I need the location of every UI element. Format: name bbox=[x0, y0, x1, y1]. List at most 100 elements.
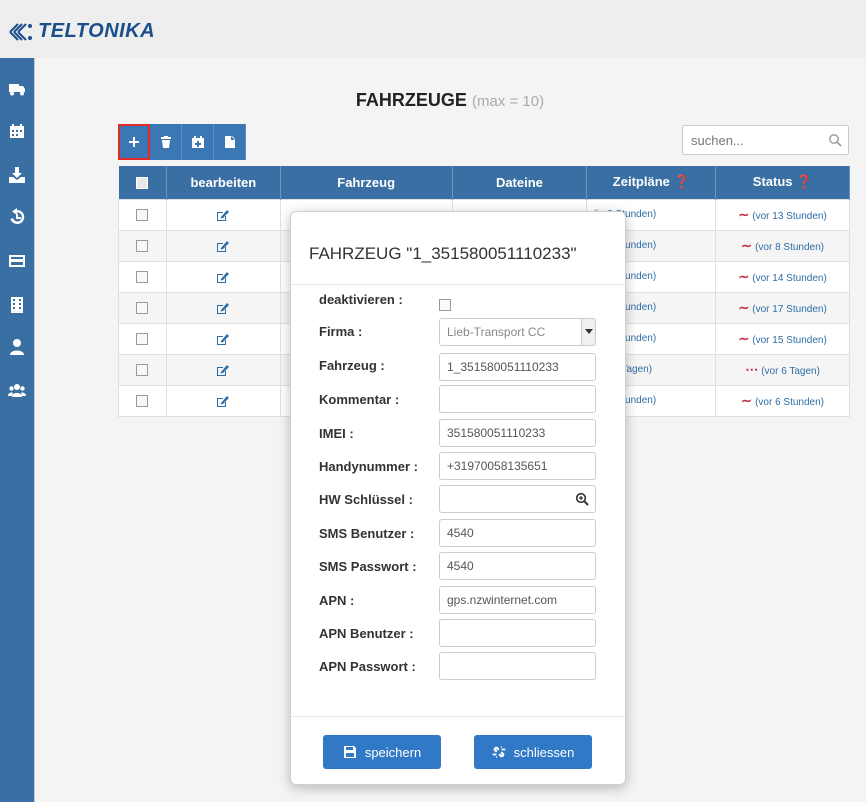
row-checkbox[interactable] bbox=[136, 270, 149, 283]
sidebar-item-user[interactable] bbox=[0, 328, 34, 366]
edit-cell[interactable] bbox=[165, 322, 281, 355]
app-header: TELTONIKA bbox=[0, 0, 866, 58]
status-cell[interactable]: ∼ (vor 17 Stunden) bbox=[715, 291, 850, 324]
edit-icon[interactable] bbox=[216, 395, 230, 407]
add-vehicle-button[interactable] bbox=[118, 124, 150, 160]
edit-cell[interactable] bbox=[165, 260, 281, 293]
row-select-cell[interactable] bbox=[118, 322, 167, 355]
select-all-header[interactable] bbox=[118, 166, 167, 199]
edit-cell[interactable] bbox=[165, 353, 281, 386]
status-cell[interactable]: ∼ (vor 15 Stunden) bbox=[715, 322, 850, 355]
status-cell[interactable]: ∼ (vor 6 Stunden) bbox=[715, 384, 850, 417]
edit-cell[interactable] bbox=[165, 384, 281, 417]
schedule-button[interactable] bbox=[182, 124, 214, 160]
delete-button[interactable] bbox=[150, 124, 182, 160]
row-checkbox[interactable] bbox=[136, 208, 149, 221]
zoom-in-icon[interactable] bbox=[575, 492, 589, 506]
edit-icon[interactable] bbox=[216, 240, 230, 252]
apn-benutzer-field[interactable] bbox=[439, 619, 596, 647]
sidebar bbox=[0, 58, 34, 802]
sidebar-item-cards[interactable] bbox=[0, 242, 34, 280]
deaktivieren-checkbox[interactable] bbox=[439, 299, 451, 311]
status-icon: ⋯ bbox=[745, 361, 759, 377]
search-input[interactable] bbox=[683, 126, 823, 154]
edit-icon[interactable] bbox=[216, 302, 230, 314]
dialog-divider bbox=[291, 284, 625, 285]
status-text: (vor 6 Stunden) bbox=[755, 396, 824, 408]
apn-passwort-field[interactable] bbox=[439, 652, 596, 680]
dialog-footer-divider bbox=[291, 716, 625, 717]
teltonika-logo[interactable]: TELTONIKA bbox=[8, 20, 155, 43]
status-cell[interactable]: ∼ (vor 13 Stunden) bbox=[715, 198, 850, 231]
label-fahrzeug: Fahrzeug : bbox=[319, 358, 385, 373]
row-checkbox[interactable] bbox=[136, 239, 149, 252]
vehicle-edit-dialog: FAHRZEUG "1_351580051110233" deaktiviere… bbox=[290, 211, 626, 785]
sidebar-item-schedule[interactable] bbox=[0, 112, 34, 150]
sidebar-item-history[interactable] bbox=[0, 198, 34, 236]
row-checkbox[interactable] bbox=[136, 332, 149, 345]
edit-icon[interactable] bbox=[216, 364, 230, 376]
edit-icon[interactable] bbox=[216, 333, 230, 345]
apn-field[interactable]: gps.nzwinternet.com bbox=[439, 586, 596, 614]
dialog-title: FAHRZEUG "1_351580051110233" bbox=[309, 244, 577, 263]
search-icon[interactable] bbox=[828, 133, 842, 147]
page-title-text: FAHRZEUGE bbox=[355, 90, 467, 110]
select-all-checkbox[interactable] bbox=[136, 177, 149, 190]
label-apn-passwort: APN Passwort : bbox=[319, 659, 416, 674]
hw-schluessel-field[interactable] bbox=[439, 485, 596, 513]
status-icon: ∼ bbox=[741, 392, 753, 408]
row-select-cell[interactable] bbox=[118, 198, 167, 231]
row-checkbox[interactable] bbox=[136, 301, 149, 314]
table-header-row: bearbeiten Fahrzeug Dateine Zeitpläne ❓ … bbox=[118, 166, 850, 199]
header-fahrzeug[interactable]: Fahrzeug bbox=[280, 166, 453, 199]
handynummer-field[interactable]: +31970058135651 bbox=[439, 452, 596, 480]
sms-benutzer-field[interactable]: 4540 bbox=[439, 519, 596, 547]
row-select-cell[interactable] bbox=[118, 260, 167, 293]
label-apn: APN : bbox=[319, 593, 355, 608]
header-dateine[interactable]: Dateine bbox=[452, 166, 588, 199]
sidebar-item-download[interactable] bbox=[0, 156, 34, 194]
help-icon: ❓ bbox=[673, 174, 690, 190]
sidebar-item-company[interactable] bbox=[0, 286, 34, 324]
header-status[interactable]: Status ❓ bbox=[715, 166, 850, 199]
status-icon: ∼ bbox=[738, 299, 750, 315]
floppy-disk-icon bbox=[343, 746, 356, 758]
row-select-cell[interactable] bbox=[118, 229, 167, 262]
label-apn-benutzer: APN Benutzer : bbox=[319, 626, 414, 641]
fahrzeug-field[interactable]: 1_351580051110233 bbox=[439, 353, 596, 381]
trash-icon bbox=[160, 136, 171, 148]
page-title: FAHRZEUGE (max = 10) bbox=[0, 90, 866, 111]
status-cell[interactable]: ⋯ (vor 6 Tagen) bbox=[715, 353, 850, 386]
row-select-cell[interactable] bbox=[118, 353, 167, 386]
header-bearbeiten[interactable]: bearbeiten bbox=[166, 166, 281, 199]
edit-icon[interactable] bbox=[216, 271, 230, 283]
status-text: (vor 6 Tagen) bbox=[761, 365, 820, 377]
edit-cell[interactable] bbox=[165, 291, 281, 324]
row-checkbox[interactable] bbox=[136, 363, 149, 376]
sms-passwort-field[interactable]: 4540 bbox=[439, 552, 596, 580]
calendar-icon bbox=[10, 124, 24, 138]
header-zeitplaene[interactable]: Zeitpläne ❓ bbox=[586, 166, 717, 199]
save-button[interactable]: speichern bbox=[323, 735, 441, 769]
export-button[interactable] bbox=[214, 124, 246, 160]
status-cell[interactable]: ∼ (vor 14 Stunden) bbox=[715, 260, 850, 293]
sidebar-item-users[interactable] bbox=[0, 372, 34, 410]
chevron-down-icon[interactable] bbox=[581, 319, 595, 345]
status-text: (vor 15 Stunden) bbox=[752, 334, 827, 346]
row-select-cell[interactable] bbox=[118, 291, 167, 324]
row-checkbox[interactable] bbox=[136, 394, 149, 407]
table-toolbar bbox=[118, 124, 246, 160]
users-icon bbox=[8, 384, 26, 397]
firma-select[interactable]: Lieb-Transport CC bbox=[439, 318, 596, 346]
edit-icon[interactable] bbox=[216, 209, 230, 221]
firma-selected-value: Lieb-Transport CC bbox=[447, 325, 546, 339]
imei-field[interactable]: 351580051110233 bbox=[439, 419, 596, 447]
edit-cell[interactable] bbox=[165, 229, 281, 262]
edit-cell[interactable] bbox=[165, 198, 281, 231]
row-select-cell[interactable] bbox=[118, 384, 167, 417]
status-cell[interactable]: ∼ (vor 8 Stunden) bbox=[715, 229, 850, 262]
logo-mark-icon bbox=[9, 22, 32, 41]
search-box bbox=[682, 125, 849, 155]
close-button[interactable]: schliessen bbox=[474, 735, 592, 769]
kommentar-field[interactable] bbox=[439, 385, 596, 413]
